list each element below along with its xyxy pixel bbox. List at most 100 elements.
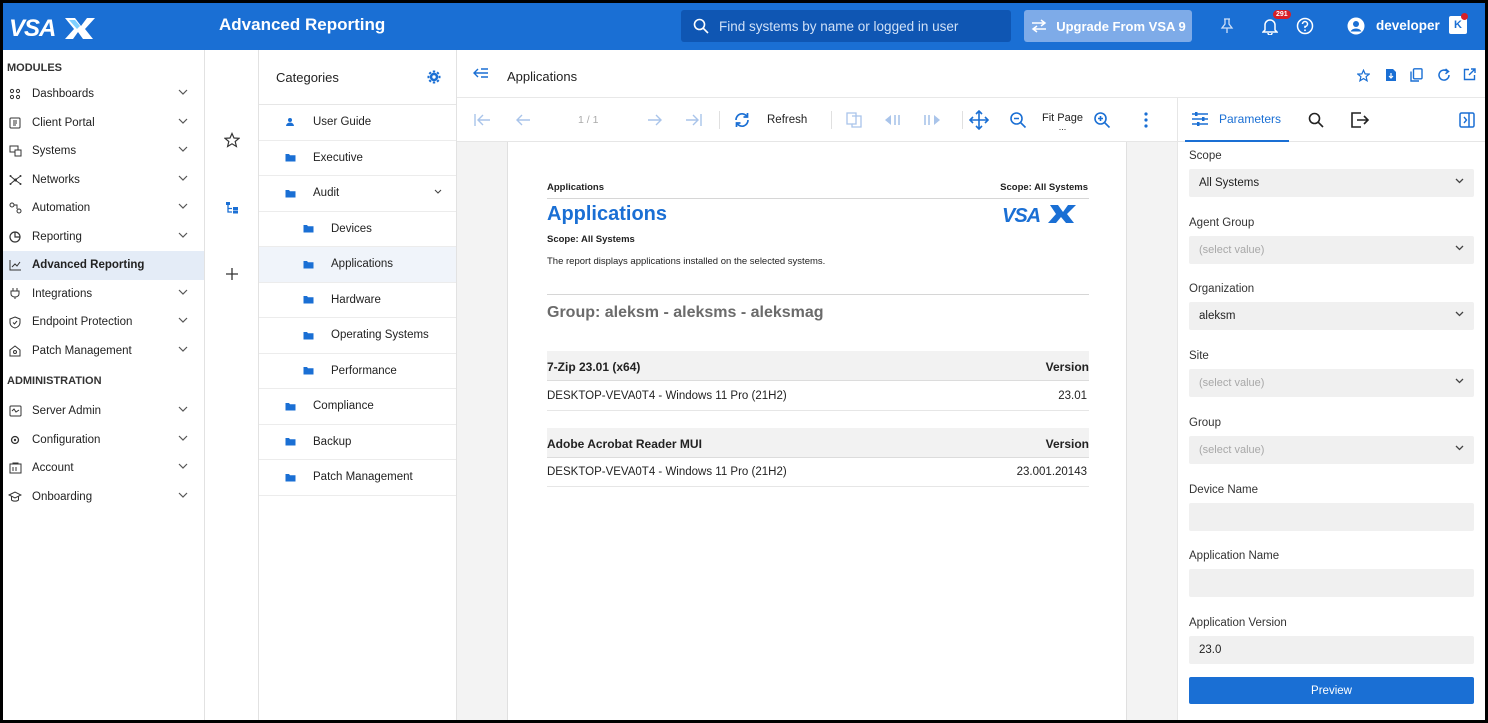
field-value: (select value) (1199, 243, 1265, 256)
zoom-in-icon[interactable] (1093, 110, 1111, 130)
refresh-icon[interactable] (733, 110, 751, 130)
reload-icon[interactable] (1437, 68, 1451, 82)
favorite-star-icon[interactable] (1357, 69, 1370, 82)
application-version-field[interactable]: 23.0 (1189, 635, 1474, 664)
folder-icon (285, 401, 297, 411)
gear-icon[interactable] (427, 70, 441, 84)
sidebar-item-endpoint-protection[interactable]: Endpoint Protection (3, 308, 204, 337)
add-icon[interactable] (222, 264, 242, 284)
application-name-field[interactable] (1189, 569, 1474, 598)
fit-page-select[interactable]: Fit Page ... (1042, 112, 1083, 132)
vsax-logo[interactable]: VSA (7, 11, 97, 43)
export-icon[interactable] (1350, 111, 1370, 129)
folder-icon (285, 153, 297, 163)
scope-select[interactable]: All Systems (1189, 169, 1474, 197)
report-page: Applications Scope: All Systems Applicat… (507, 142, 1127, 720)
step-forward-icon[interactable] (922, 110, 944, 130)
chevron-down-icon[interactable] (178, 289, 188, 295)
device-name-field[interactable] (1189, 502, 1474, 531)
categories-title: Categories (276, 69, 339, 85)
systems-icon (8, 144, 22, 158)
tab-parameters[interactable]: Parameters (1185, 98, 1289, 142)
chevron-down-icon[interactable] (434, 189, 442, 194)
field-value: All Systems (1199, 177, 1260, 189)
sidebar-item-label: Reporting (32, 230, 82, 243)
sidebar-item-systems[interactable]: Systems (3, 137, 204, 166)
help-icon[interactable] (1295, 16, 1315, 36)
open-external-icon[interactable] (1463, 68, 1476, 81)
sidebar-item-advanced-reporting[interactable]: Advanced Reporting (3, 251, 204, 280)
site-select[interactable]: (select value) (1189, 369, 1474, 398)
system-search[interactable] (681, 10, 1011, 42)
last-page-icon[interactable] (685, 110, 703, 130)
chevron-down-icon[interactable] (178, 463, 188, 469)
sidebar-item-label: Endpoint Protection (32, 316, 133, 329)
user-name[interactable]: developer (1376, 18, 1440, 33)
sidebar-item-automation[interactable]: Automation (3, 194, 204, 223)
star-icon[interactable] (222, 130, 242, 150)
field-value: aleksm (1199, 310, 1236, 323)
category-applications[interactable]: Applications (259, 247, 456, 283)
sidebar-nav: MODULES Dashboards Client Portal Systems Ne… (3, 50, 205, 720)
agent-group-select[interactable]: (select value) (1189, 235, 1474, 264)
chevron-down-icon[interactable] (178, 492, 188, 498)
sidebar-item-reporting[interactable]: Reporting (3, 223, 204, 252)
chevron-down-icon[interactable] (178, 118, 188, 124)
pan-move-icon[interactable] (969, 110, 989, 130)
more-options-icon[interactable] (1143, 110, 1149, 130)
search-icon[interactable] (1308, 112, 1324, 128)
page-indicator[interactable]: 1 / 1 (578, 110, 598, 130)
refresh-button[interactable]: Refresh (767, 110, 807, 130)
category-performance[interactable]: Performance (259, 354, 456, 389)
category-operating-systems[interactable]: Operating Systems (259, 318, 456, 354)
sidebar-item-account[interactable]: Account (3, 454, 204, 483)
next-page-icon[interactable] (647, 110, 663, 130)
category-patch-management[interactable]: Patch Management (259, 460, 456, 496)
category-devices[interactable]: Devices (259, 212, 456, 247)
bell-icon[interactable] (1260, 16, 1280, 36)
category-user-guide[interactable]: User Guide (259, 105, 456, 141)
category-backup[interactable]: Backup (259, 425, 456, 460)
print-layout-icon[interactable] (845, 110, 863, 130)
sidebar-item-server-admin[interactable]: Server Admin (3, 397, 204, 426)
step-back-icon[interactable] (882, 110, 904, 130)
category-hardware[interactable]: Hardware (259, 283, 456, 318)
chevron-down-icon[interactable] (178, 406, 188, 412)
organization-select[interactable]: aleksm (1189, 302, 1474, 331)
doc-group-rule (547, 294, 1089, 295)
toggle-panel-icon[interactable] (1459, 112, 1475, 128)
user-avatar-icon[interactable] (1346, 16, 1366, 36)
chevron-down-icon[interactable] (178, 89, 188, 95)
chevron-down-icon[interactable] (178, 435, 188, 441)
sidebar-item-onboarding[interactable]: Onboarding (3, 483, 204, 512)
collapse-categories-icon[interactable] (473, 67, 489, 79)
zoom-out-icon[interactable] (1009, 110, 1027, 130)
group-select[interactable]: (select value) (1189, 435, 1474, 464)
pin-icon[interactable] (1217, 16, 1237, 36)
category-executive[interactable]: Executive (259, 141, 456, 176)
sidebar-item-patch-management[interactable]: Patch Management (3, 337, 204, 366)
report-viewer[interactable]: Applications Scope: All Systems Applicat… (457, 142, 1177, 720)
tree-structure-icon[interactable] (222, 198, 242, 218)
previous-page-icon[interactable] (515, 110, 531, 130)
chevron-down-icon[interactable] (178, 146, 188, 152)
search-input[interactable] (719, 18, 999, 34)
chevron-down-icon[interactable] (178, 175, 188, 181)
sidebar-item-dashboards[interactable]: Dashboards (3, 80, 204, 109)
sidebar-item-client-portal[interactable]: Client Portal (3, 109, 204, 138)
sidebar-item-configuration[interactable]: Configuration (3, 426, 204, 455)
chevron-down-icon[interactable] (178, 232, 188, 238)
sidebar-item-label: Client Portal (32, 116, 95, 129)
chevron-down-icon[interactable] (178, 203, 188, 209)
first-page-icon[interactable] (473, 110, 491, 130)
upgrade-button[interactable]: Upgrade From VSA 9 (1024, 10, 1192, 42)
sidebar-item-networks[interactable]: Networks (3, 166, 204, 195)
chevron-down-icon[interactable] (178, 317, 188, 323)
category-audit[interactable]: Audit (259, 176, 456, 212)
sidebar-item-integrations[interactable]: Integrations (3, 280, 204, 309)
chevron-down-icon[interactable] (178, 346, 188, 352)
category-compliance[interactable]: Compliance (259, 389, 456, 425)
copy-icon[interactable] (1410, 68, 1423, 82)
export-file-icon[interactable] (1385, 68, 1397, 82)
preview-button[interactable]: Preview (1189, 677, 1474, 704)
